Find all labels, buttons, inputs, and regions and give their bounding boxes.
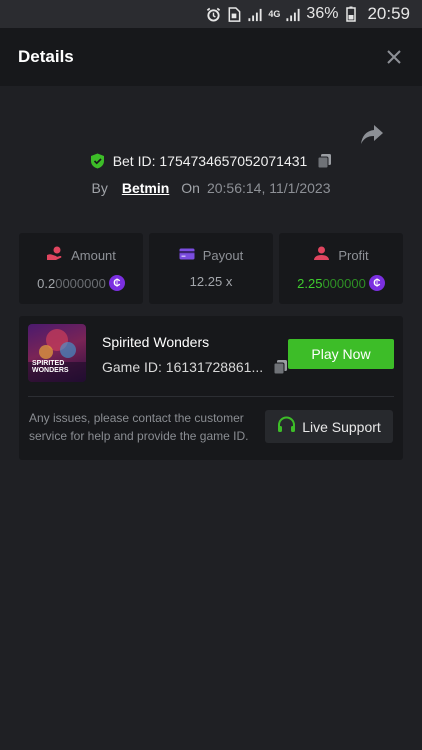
- share-icon: [361, 125, 383, 144]
- details-header: Details: [0, 28, 422, 86]
- payout-card: Payout 12.25 x: [149, 233, 273, 304]
- page-title: Details: [18, 47, 74, 66]
- signal-icon: [247, 6, 263, 22]
- amount-card: Amount 0.2 0000000 ₵: [19, 233, 143, 304]
- amount-icon: [46, 246, 63, 264]
- game-panel: SPIRITED WONDERS Spirited Wonders Game I…: [19, 316, 403, 460]
- payout-label: Payout: [202, 248, 244, 263]
- profit-icon: [313, 246, 330, 264]
- profit-label: Profit: [338, 247, 369, 263]
- user-link[interactable]: Betmin: [122, 180, 169, 196]
- profit-value: 2.25 000000 ₵: [297, 275, 385, 291]
- coin-icon: ₵: [108, 275, 125, 291]
- network-type: 4G: [268, 9, 281, 19]
- copy-bet-id-button[interactable]: [317, 153, 332, 169]
- bet-datetime: 20:56:14, 11/1/2023: [206, 180, 331, 196]
- divider: [28, 396, 394, 397]
- payout-value: 12.25 x: [189, 274, 233, 289]
- copy-game-id-button[interactable]: [273, 359, 288, 375]
- sim-icon: [226, 6, 242, 22]
- game-name: Spirited Wonders: [102, 334, 210, 350]
- shield-check-icon: [90, 153, 105, 169]
- bet-stats: Amount 0.2 0000000 ₵ Payout 12.25 x Profi…: [19, 233, 403, 304]
- profit-card: Profit 2.25 000000 ₵: [279, 233, 403, 304]
- game-thumb-title: SPIRITED WONDERS: [32, 360, 69, 374]
- live-support-button[interactable]: Live Support: [265, 410, 393, 443]
- status-bar: 4G 36% 20:59: [0, 0, 422, 28]
- by-label: By: [91, 180, 108, 196]
- bet-id-row: Bet ID: 1754734657052071431: [0, 153, 422, 169]
- play-now-button[interactable]: Play Now: [288, 339, 394, 369]
- alarm-icon: [205, 6, 221, 22]
- game-thumbnail[interactable]: SPIRITED WONDERS: [28, 324, 86, 382]
- headset-icon: [277, 416, 296, 437]
- card-payment-icon: [179, 248, 195, 263]
- on-label: On: [181, 180, 200, 196]
- close-button[interactable]: [384, 47, 404, 67]
- coin-icon: ₵: [368, 275, 385, 291]
- battery-icon: [343, 6, 359, 22]
- bet-meta-row: By Betmin On 20:56:14, 11/1/2023: [0, 180, 422, 196]
- copy-icon: [273, 360, 288, 375]
- amount-value: 0.2 0000000 ₵: [37, 275, 125, 291]
- game-id: Game ID: 16131728861...: [102, 359, 264, 375]
- copy-icon: [317, 154, 332, 169]
- share-button[interactable]: [360, 124, 384, 146]
- live-support-label: Live Support: [302, 418, 381, 435]
- close-icon: [387, 50, 401, 64]
- support-message: Any issues, please contact the customer …: [29, 411, 249, 443]
- amount-label: Amount: [71, 247, 116, 263]
- clock: 20:59: [367, 4, 410, 23]
- game-id-row: Game ID: 16131728861...: [102, 359, 288, 375]
- signal-icon-2: [285, 6, 301, 22]
- battery-percent: 36%: [306, 5, 339, 22]
- bet-id: Bet ID: 1754734657052071431: [112, 153, 308, 169]
